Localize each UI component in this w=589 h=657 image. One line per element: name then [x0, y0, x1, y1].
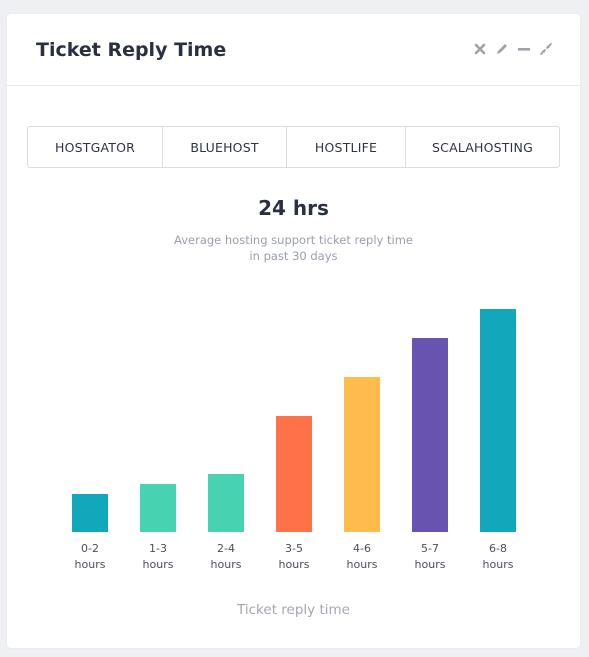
x-tick-range: 2-4 — [217, 542, 235, 555]
bar-0-2 — [72, 494, 108, 532]
x-tick-label: 4-6 hours — [347, 542, 378, 571]
bar-2-4 — [208, 474, 244, 532]
bar-5-7 — [412, 338, 448, 532]
bar-1-3 — [140, 484, 176, 532]
x-tick-label: 1-3 hours — [143, 542, 174, 571]
bar-3-5 — [276, 416, 312, 532]
x-tick-range: 4-6 — [353, 542, 371, 555]
reply-time-bar-chart: 0-2 hours 1-3 hours 2-4 hours 3-5 hours 4-6 hours… — [72, 309, 516, 571]
x-tick-label: 3-5 hours — [279, 542, 310, 571]
x-tick-range: 3-5 — [285, 542, 303, 555]
x-tick-unit: hours — [415, 558, 446, 571]
x-tick-unit: hours — [143, 558, 174, 571]
x-tick-unit: hours — [75, 558, 106, 571]
x-axis-label: Ticket reply time — [237, 602, 350, 618]
bar-6-8 — [480, 309, 516, 532]
x-tick-range: 6-8 — [489, 542, 507, 555]
ticket-reply-time-widget: Ticket Reply Time HOSTGATOR BLUEHOST HOS… — [7, 14, 580, 648]
x-tick-range: 0-2 — [81, 542, 99, 555]
x-tick-range: 1-3 — [149, 542, 167, 555]
bar-4-6 — [344, 377, 380, 532]
x-tick-label: 5-7 hours — [415, 542, 446, 571]
x-tick-label: 6-8 hours — [483, 542, 514, 571]
x-tick-unit: hours — [211, 558, 242, 571]
x-tick-label: 2-4 hours — [211, 542, 242, 571]
x-tick-unit: hours — [347, 558, 378, 571]
x-tick-unit: hours — [279, 558, 310, 571]
x-tick-unit: hours — [483, 558, 514, 571]
x-tick-range: 5-7 — [421, 542, 439, 555]
x-tick-label: 0-2 hours — [75, 542, 106, 571]
